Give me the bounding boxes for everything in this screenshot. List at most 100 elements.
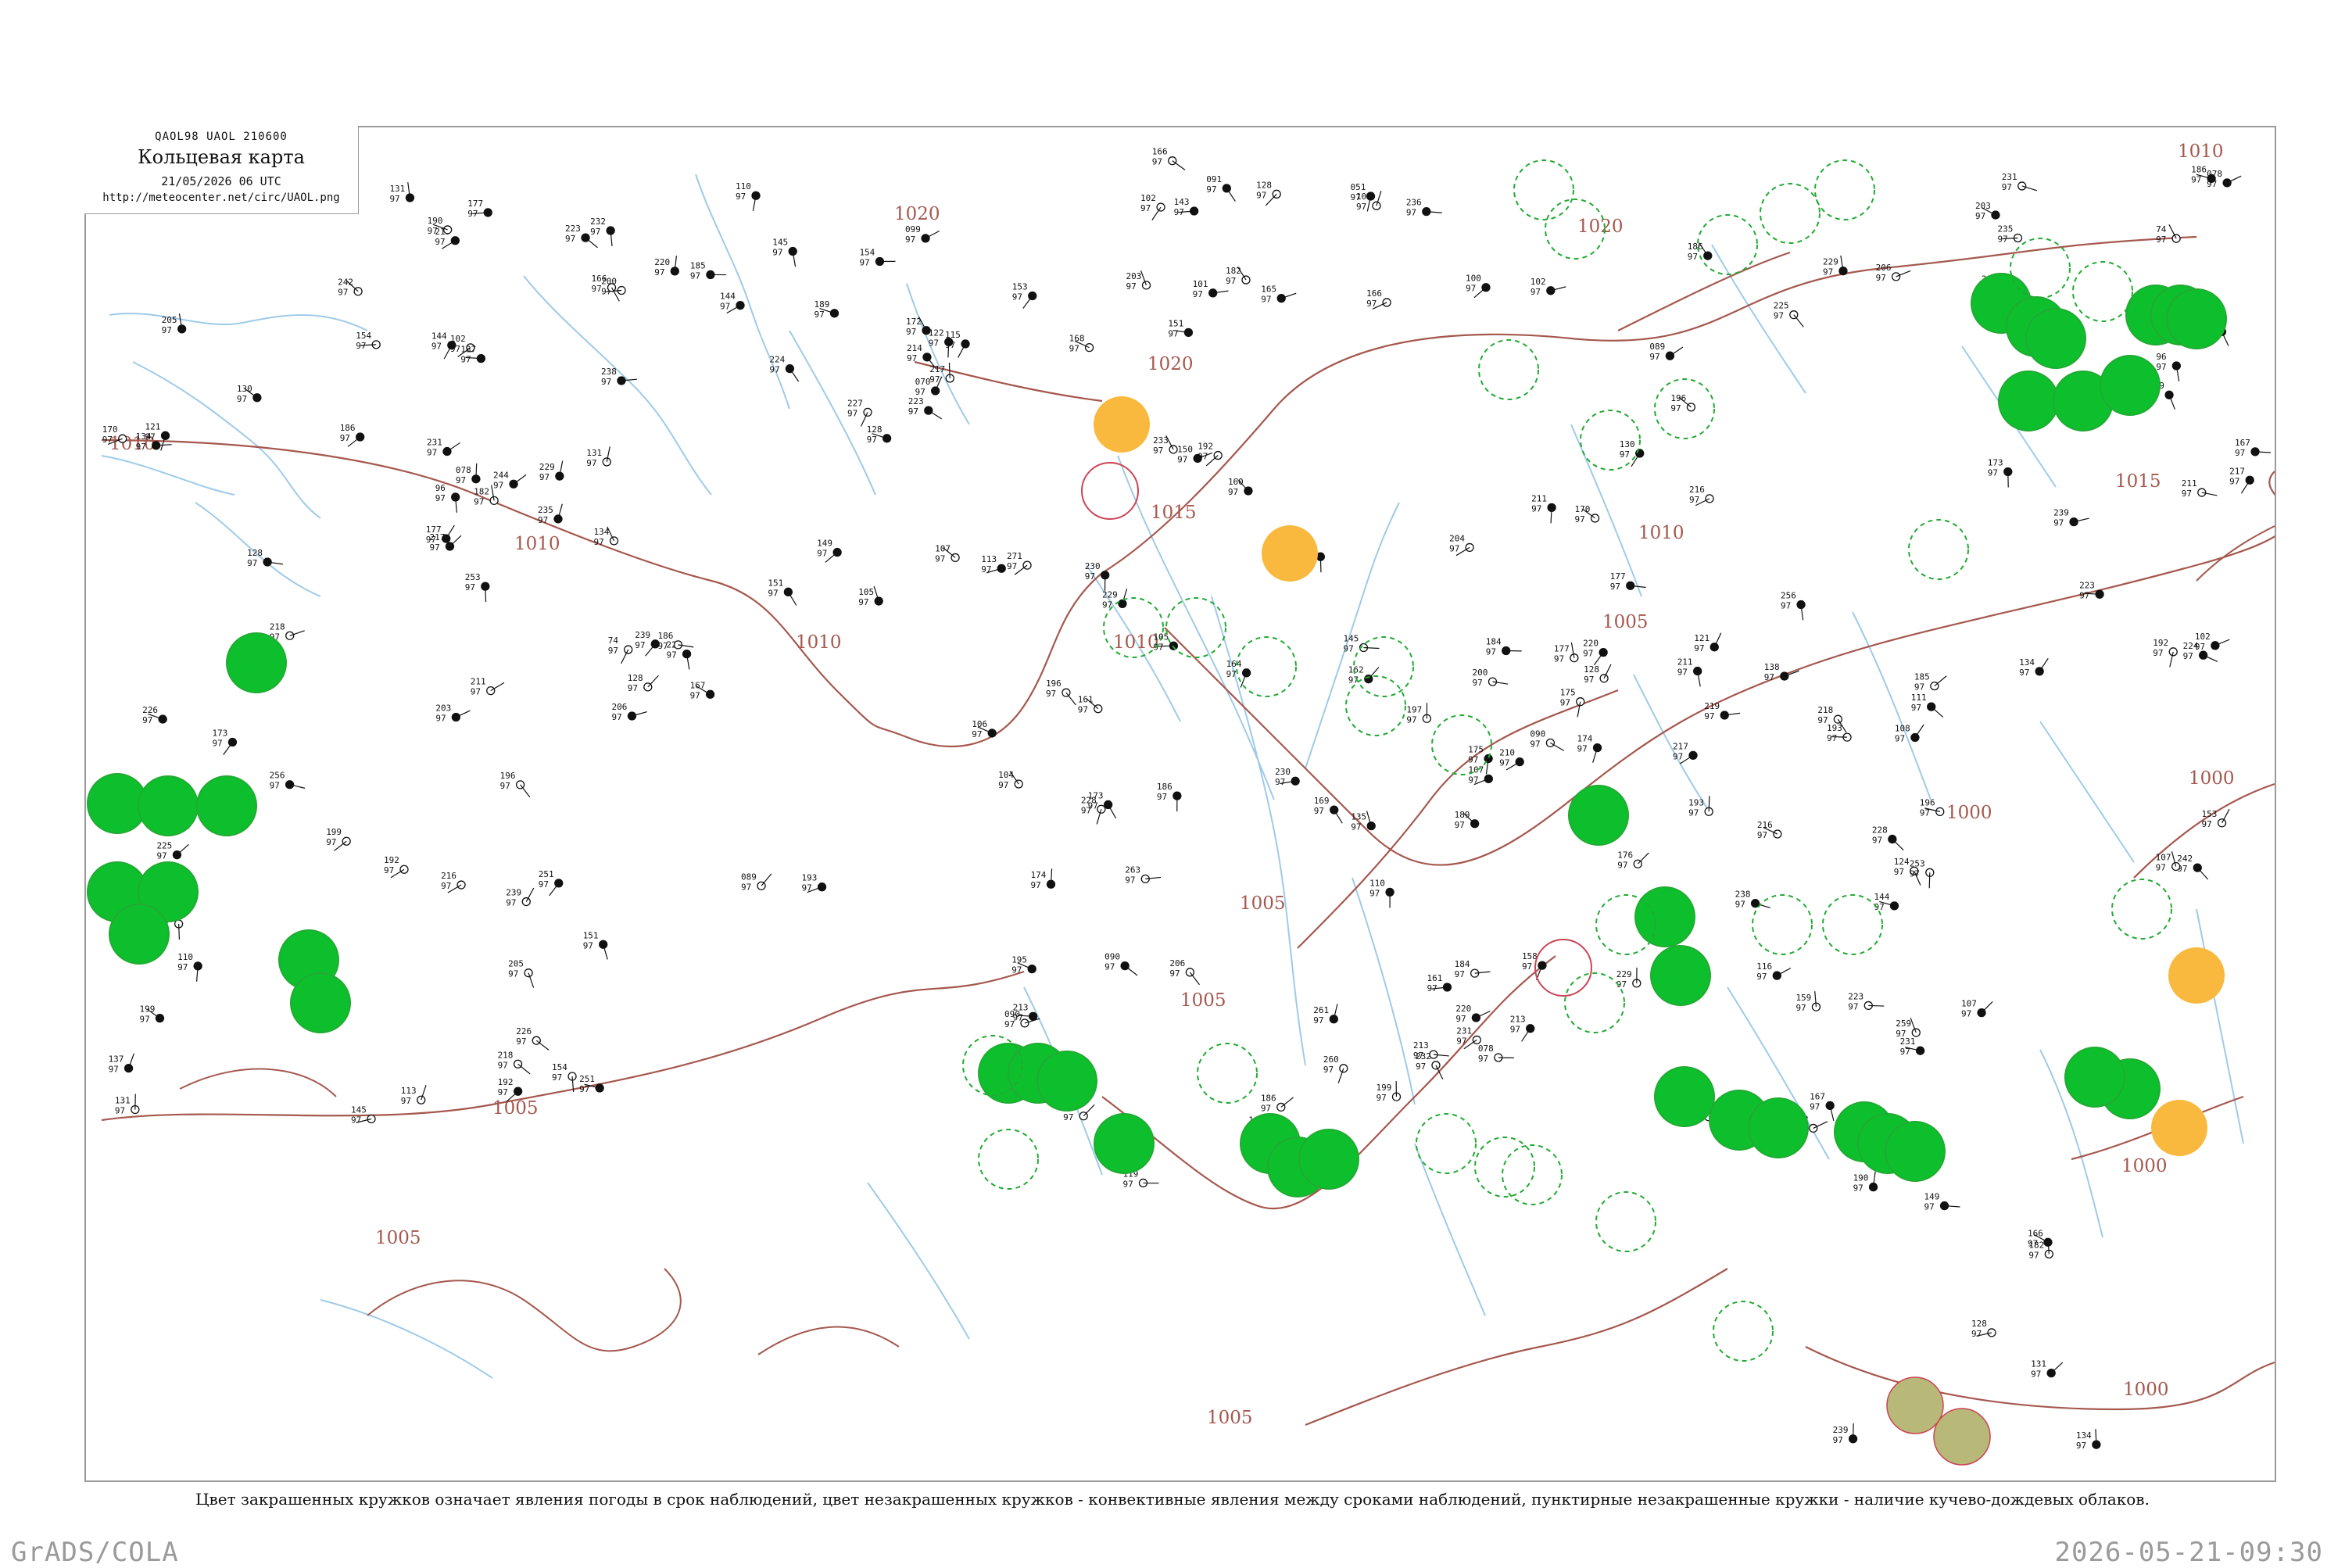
isobar-label: 1005: [1180, 990, 1226, 1011]
station-value: 97: [1575, 514, 1585, 524]
station-value: 97: [1895, 734, 1905, 744]
station-value: 229: [1616, 969, 1632, 979]
station-value: 260: [1323, 1054, 1339, 1065]
station-value: 090: [1004, 1009, 1020, 1019]
wind-barb: [2197, 868, 2207, 879]
station-value: 151: [583, 930, 599, 940]
station-value: 238: [1735, 890, 1751, 900]
cloud-cover-circle: [2070, 518, 2078, 526]
station-value: 97: [1774, 311, 1784, 321]
station-value: 97: [435, 237, 445, 247]
station-value: 97: [1078, 705, 1088, 715]
station-marker: 11097: [736, 181, 760, 211]
shower-circle: [2065, 1047, 2125, 1107]
station-value: 106: [972, 719, 987, 729]
station-value: 97: [802, 883, 812, 893]
station-value: 099: [905, 224, 921, 234]
cloud-cover-circle: [736, 302, 744, 310]
station-marker: 23997: [1833, 1423, 1857, 1445]
cumulonimbus-circle: [1237, 637, 1296, 696]
cloud-cover-circle: [1992, 211, 2000, 219]
station-value: 210: [1499, 748, 1515, 758]
station-value: 184: [1486, 637, 1502, 647]
station-value: 229: [1823, 257, 1838, 267]
station-value: 128: [1971, 1319, 1987, 1329]
cumulonimbus-circle: [1596, 1192, 1656, 1251]
station-value: 97: [772, 248, 782, 258]
station-value: 251: [579, 1074, 595, 1084]
station-marker: 07897: [1478, 1044, 1514, 1064]
station-marker: 13597: [1351, 811, 1375, 832]
source-url[interactable]: http://meteocenter.net/circ/UAOL.png: [84, 192, 358, 204]
wind-barb: [1935, 676, 1946, 686]
station-value: 97: [1704, 711, 1714, 721]
station-value: 185: [690, 260, 706, 270]
station-value: 97: [1478, 1054, 1488, 1064]
station-value: 97: [1910, 868, 1920, 879]
station-value: 97: [1961, 1009, 1971, 1019]
station-value: 97: [1455, 1014, 1466, 1024]
station-value: 97: [1456, 1036, 1466, 1046]
station-value: 089: [1649, 342, 1665, 352]
station-marker: 19697: [1670, 393, 1695, 413]
station-marker: 09097: [1530, 729, 1563, 750]
station-value: 159: [1795, 993, 1811, 1003]
station-value: 145: [772, 238, 788, 248]
station-value: 97: [1530, 739, 1540, 749]
wind-barb: [1929, 872, 1930, 888]
station-value: 97: [736, 192, 746, 202]
station-value: 236: [1406, 198, 1422, 208]
station-value: 070: [915, 377, 931, 387]
station-value: 97: [102, 435, 113, 445]
station-marker: 7497: [2156, 224, 2180, 245]
station-marker: 17697: [1617, 850, 1649, 870]
station-value: 167: [2235, 438, 2250, 448]
station-value: 97: [2156, 234, 2166, 245]
station-marker: 21097: [1499, 748, 1523, 770]
station-value: 195: [1011, 955, 1027, 965]
station-marker: 14997: [1924, 1192, 1960, 1212]
station-value: 174: [1030, 870, 1046, 880]
station-marker: 23597: [1998, 224, 2022, 244]
wind-barb: [1281, 1097, 1294, 1107]
station-marker: 14497: [1874, 892, 1898, 912]
station-marker: 19297: [384, 855, 408, 877]
station-value: 151: [768, 578, 783, 588]
station-marker: 22997: [1823, 256, 1847, 277]
station-marker: 17497: [1030, 868, 1054, 890]
station-marker: 16897: [1069, 334, 1094, 354]
station-value: 97: [2002, 182, 2012, 192]
station-value: 078: [2207, 169, 2222, 179]
station-value: 199: [1376, 1083, 1391, 1093]
station-marker: 10697: [972, 719, 996, 739]
station-value: 97: [635, 640, 645, 650]
station-marker: 11197: [1911, 693, 1943, 717]
haze-circle: [2168, 947, 2225, 1004]
station-value: 97: [450, 344, 460, 354]
station-marker: 12197: [1694, 633, 1720, 653]
wind-barb: [1066, 693, 1076, 705]
station-value: 97: [720, 302, 730, 312]
station-value: 97: [1012, 292, 1022, 302]
station-marker: 12897: [247, 548, 283, 568]
station-value: 090: [1104, 952, 1120, 962]
station-value: 97: [539, 879, 549, 890]
wind-barb: [2051, 1362, 2063, 1373]
station-value: 97: [1123, 1179, 1133, 1189]
isobar-label: 1000: [2123, 1380, 2169, 1400]
station-value: 97: [1177, 454, 1187, 464]
station-value: 104: [998, 770, 1014, 780]
station-value: 051: [1351, 182, 1366, 192]
station-marker: 22997: [539, 461, 564, 483]
station-value: 213: [1413, 1040, 1429, 1051]
shower-circle: [1749, 1098, 1808, 1158]
station-marker: 20697: [611, 702, 646, 722]
station-marker: 22097: [1583, 639, 1607, 665]
station-value: 111: [1911, 693, 1927, 703]
station-value: 101: [1193, 279, 1208, 289]
station-marker: 16197: [1427, 973, 1451, 993]
station-marker: 19097: [1853, 1172, 1878, 1194]
station-value: 97: [2229, 476, 2239, 486]
station-value: 97: [905, 234, 915, 245]
station-value: 196: [1046, 678, 1062, 689]
